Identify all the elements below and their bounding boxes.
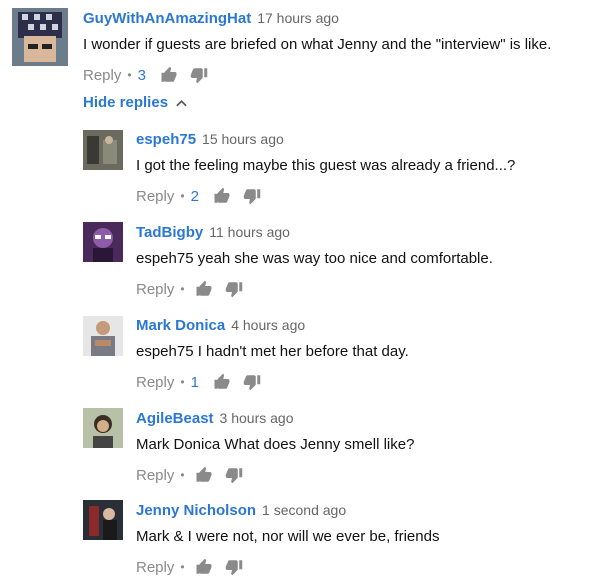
avatar[interactable]: [83, 222, 123, 262]
thumbs-up-icon[interactable]: [160, 66, 178, 84]
author-name[interactable]: GuyWithAnAmazingHat: [83, 10, 251, 27]
reply-actions: Reply • 1: [136, 371, 261, 393]
thumbs-up-icon[interactable]: [213, 187, 231, 205]
separator-dot: •: [180, 189, 185, 203]
author-name[interactable]: AgileBeast: [136, 410, 214, 427]
separator-dot: •: [180, 468, 185, 482]
thumbs-up-icon[interactable]: [195, 558, 213, 576]
reply-author[interactable]: TadBigby 11 hours ago: [136, 224, 290, 241]
avatar[interactable]: [83, 408, 123, 448]
reply-actions: Reply •: [136, 278, 243, 300]
comment-text: I wonder if guests are briefed on what J…: [83, 36, 552, 53]
comment-author[interactable]: GuyWithAnAmazingHat 17 hours ago: [83, 10, 339, 27]
thumbs-down-icon[interactable]: [190, 66, 208, 84]
hide-replies-label: Hide replies: [83, 94, 169, 111]
reply-author[interactable]: AgileBeast 3 hours ago: [136, 410, 293, 427]
author-name[interactable]: TadBigby: [136, 224, 203, 241]
reply-button[interactable]: Reply: [136, 281, 174, 298]
avatar[interactable]: [12, 8, 68, 66]
reply-timestamp[interactable]: 11 hours ago: [209, 224, 290, 240]
reply-button[interactable]: Reply: [136, 559, 174, 576]
reply-text: I got the feeling maybe this guest was a…: [136, 157, 516, 174]
separator-dot: •: [180, 560, 185, 574]
author-name[interactable]: Mark Donica: [136, 317, 225, 334]
reply-author[interactable]: Jenny Nicholson 1 second ago: [136, 502, 346, 519]
reply-timestamp[interactable]: 15 hours ago: [202, 131, 284, 147]
author-name[interactable]: Jenny Nicholson: [136, 502, 256, 519]
reply-button[interactable]: Reply: [136, 374, 174, 391]
thumbs-down-icon[interactable]: [225, 558, 243, 576]
hide-replies-button[interactable]: Hide replies: [83, 94, 187, 111]
separator-dot: •: [180, 375, 185, 389]
comment-timestamp[interactable]: 17 hours ago: [257, 10, 339, 26]
reply-button[interactable]: Reply: [136, 188, 174, 205]
reply-timestamp[interactable]: 1 second ago: [262, 502, 346, 518]
thumbs-down-icon[interactable]: [225, 466, 243, 484]
reply-button[interactable]: Reply: [136, 467, 174, 484]
comment-actions: Reply • 3: [83, 64, 208, 86]
like-count: 2: [190, 187, 199, 205]
separator-dot: •: [127, 68, 132, 82]
chevron-up-icon: [176, 99, 187, 106]
thumbs-down-icon[interactable]: [243, 187, 261, 205]
thumbs-up-icon[interactable]: [213, 373, 231, 391]
avatar[interactable]: [83, 500, 123, 540]
thumbs-down-icon[interactable]: [243, 373, 261, 391]
avatar[interactable]: [83, 130, 123, 170]
thumbs-down-icon[interactable]: [225, 280, 243, 298]
reply-author[interactable]: espeh75 15 hours ago: [136, 131, 284, 148]
reply-button[interactable]: Reply: [83, 67, 121, 84]
author-name[interactable]: espeh75: [136, 131, 196, 148]
thumbs-up-icon[interactable]: [195, 280, 213, 298]
like-count: 3: [137, 66, 146, 84]
reply-text: Mark Donica What does Jenny smell like?: [136, 436, 415, 453]
thumbs-up-icon[interactable]: [195, 466, 213, 484]
reply-text: espeh75 yeah she was way too nice and co…: [136, 250, 493, 267]
reply-author[interactable]: Mark Donica 4 hours ago: [136, 317, 305, 334]
reply-actions: Reply •: [136, 464, 243, 486]
separator-dot: •: [180, 282, 185, 296]
avatar[interactable]: [83, 316, 123, 356]
reply-text: espeh75 I hadn't met her before that day…: [136, 343, 409, 360]
reply-actions: Reply •: [136, 556, 243, 578]
reply-text: Mark & I were not, nor will we ever be, …: [136, 528, 440, 545]
reply-timestamp[interactable]: 3 hours ago: [220, 410, 294, 426]
reply-actions: Reply • 2: [136, 185, 261, 207]
reply-timestamp[interactable]: 4 hours ago: [231, 317, 305, 333]
like-count: 1: [190, 373, 199, 391]
